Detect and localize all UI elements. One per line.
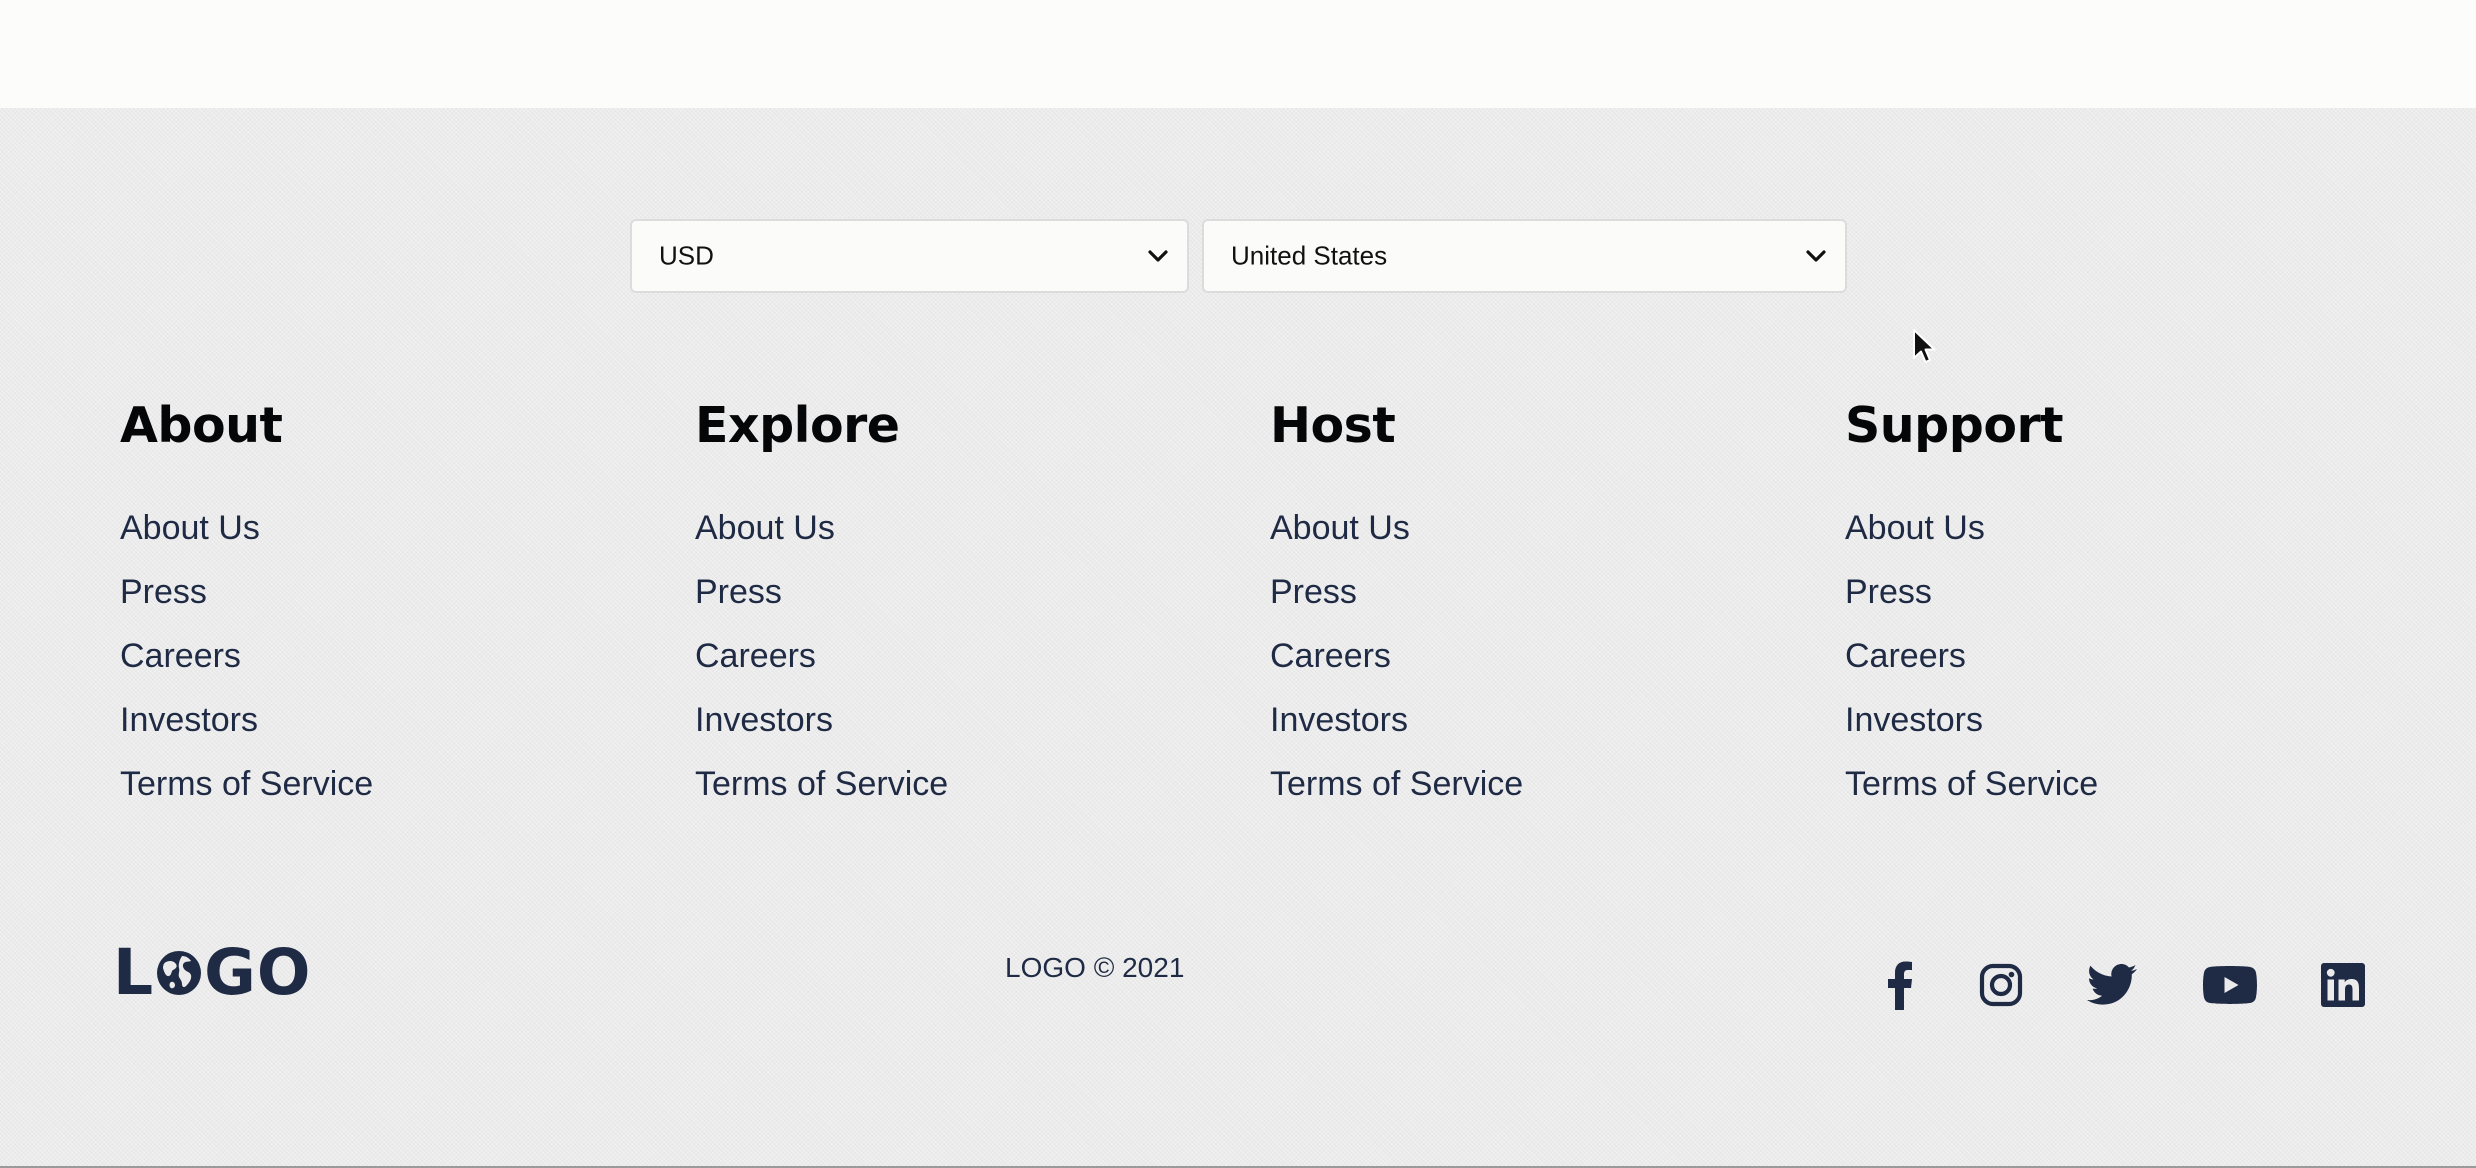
link-list: About Us Press Careers Investors Terms o…	[1270, 496, 1523, 816]
footer-column-host: Host About Us Press Careers Investors Te…	[1270, 394, 1523, 803]
youtube-icon[interactable]	[2202, 957, 2258, 1013]
footer-link[interactable]: Careers	[120, 624, 373, 688]
facebook-icon[interactable]	[1880, 957, 1920, 1013]
footer-link[interactable]: Press	[1845, 560, 2098, 624]
column-heading: Support	[1845, 397, 2064, 454]
logo-text-start: L	[113, 936, 155, 1009]
chevron-down-icon	[1148, 250, 1168, 262]
country-select[interactable]: United States	[1202, 219, 1847, 293]
column-heading: Host	[1270, 397, 1396, 454]
currency-select[interactable]: USD	[630, 219, 1189, 293]
footer-link[interactable]: Press	[1270, 560, 1523, 624]
logo-text-end: GO	[204, 936, 312, 1009]
copyright-text: LOGO © 2021	[1005, 952, 1185, 983]
footer-column-explore: Explore About Us Press Careers Investors…	[695, 394, 948, 803]
footer-link[interactable]: Investors	[1845, 688, 2098, 752]
footer-link[interactable]: About Us	[695, 496, 948, 560]
footer-column-support: Support About Us Press Careers Investors…	[1845, 394, 2098, 803]
footer-link[interactable]: Terms of Service	[695, 752, 948, 816]
footer-link[interactable]: About Us	[1845, 496, 2098, 560]
footer-link[interactable]: Investors	[695, 688, 948, 752]
link-list: About Us Press Careers Investors Terms o…	[1845, 496, 2098, 816]
instagram-icon[interactable]	[1978, 957, 2024, 1013]
mouse-cursor-icon	[1913, 329, 1936, 363]
linkedin-icon[interactable]	[2320, 957, 2366, 1013]
brand-logo[interactable]: L GO	[113, 938, 311, 1008]
footer-link[interactable]: Careers	[1270, 624, 1523, 688]
footer-link[interactable]: Terms of Service	[120, 752, 373, 816]
country-select-value: United States	[1231, 240, 1388, 271]
page-content-area	[0, 0, 2476, 108]
column-heading: Explore	[695, 397, 900, 454]
link-list: About Us Press Careers Investors Terms o…	[120, 496, 373, 816]
currency-select-value: USD	[659, 240, 714, 271]
footer-link[interactable]: Terms of Service	[1845, 752, 2098, 816]
footer-link[interactable]: Careers	[695, 624, 948, 688]
globe-icon	[157, 951, 202, 995]
column-heading: About	[120, 397, 283, 454]
footer-column-about: About About Us Press Careers Investors T…	[120, 394, 373, 803]
footer-link[interactable]: Careers	[1845, 624, 2098, 688]
footer-link[interactable]: Investors	[120, 688, 373, 752]
twitter-icon[interactable]	[2086, 957, 2138, 1013]
footer-link[interactable]: Terms of Service	[1270, 752, 1523, 816]
footer-link[interactable]: Investors	[1270, 688, 1523, 752]
footer-link[interactable]: About Us	[120, 496, 373, 560]
footer-link[interactable]: Press	[695, 560, 948, 624]
footer-link[interactable]: Press	[120, 560, 373, 624]
footer-link[interactable]: About Us	[1270, 496, 1523, 560]
link-list: About Us Press Careers Investors Terms o…	[695, 496, 948, 816]
chevron-down-icon	[1806, 250, 1826, 262]
